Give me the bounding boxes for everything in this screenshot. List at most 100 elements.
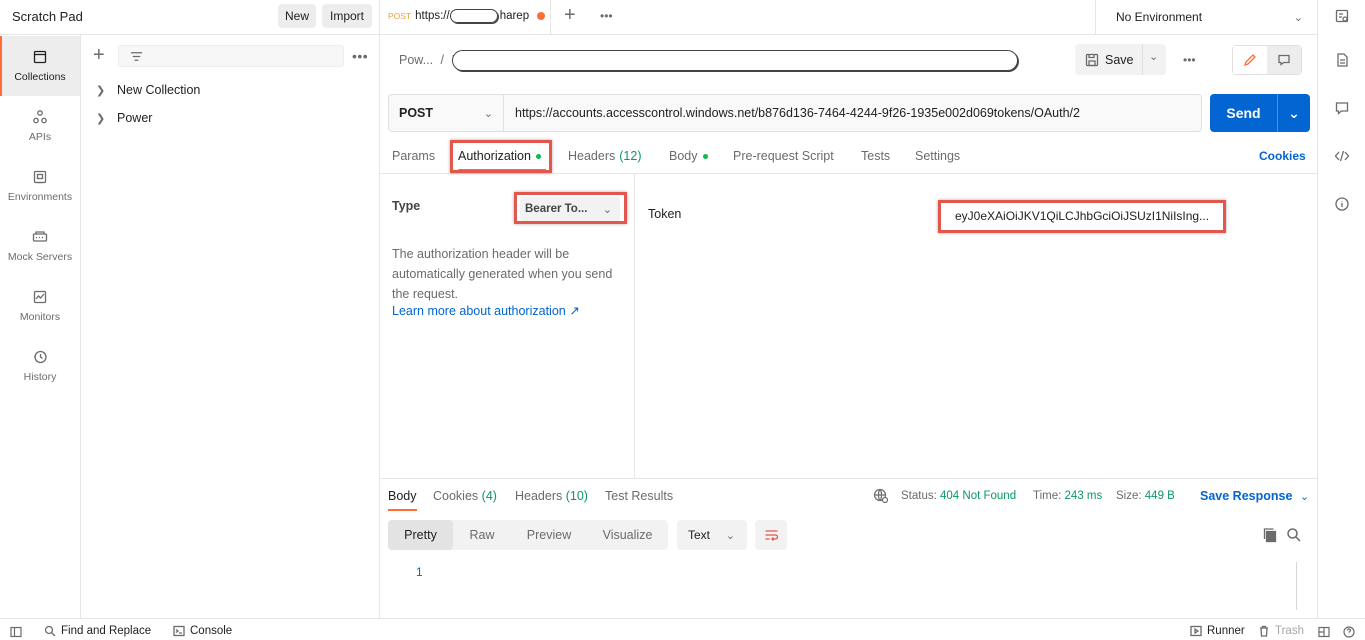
time-value[interactable]: 243 ms bbox=[1065, 490, 1103, 502]
runner-label: Runner bbox=[1207, 625, 1245, 637]
nav-apis[interactable]: APIs bbox=[0, 96, 80, 156]
url-bar: POST ⌄ https://accounts.accesscontrol.wi… bbox=[388, 94, 1202, 132]
status-dot-icon bbox=[702, 153, 708, 159]
response-tab-body-label: Body bbox=[388, 489, 417, 503]
tabs-more-icon[interactable]: ••• bbox=[600, 9, 613, 23]
nav-mock-servers[interactable]: Mock Servers bbox=[0, 216, 80, 276]
save-response-button[interactable]: Save Response ⌄ bbox=[1200, 489, 1309, 503]
nav-monitors[interactable]: Monitors bbox=[0, 276, 80, 336]
tab-prerequest[interactable]: Pre-request Script bbox=[733, 149, 834, 163]
method-select[interactable]: POST ⌄ bbox=[389, 95, 504, 131]
console-button[interactable]: Console bbox=[173, 625, 232, 637]
wrap-lines-button[interactable] bbox=[755, 520, 787, 550]
tab-settings[interactable]: Settings bbox=[915, 149, 960, 163]
tab-headers[interactable]: Headers (12) bbox=[568, 149, 641, 163]
tab-params[interactable]: Params bbox=[392, 149, 435, 163]
help-icon[interactable] bbox=[1343, 626, 1355, 638]
status-value[interactable]: 404 Not Found bbox=[940, 490, 1016, 502]
response-tab-headers[interactable]: Headers (10) bbox=[515, 489, 588, 503]
two-pane-icon[interactable] bbox=[1318, 626, 1330, 638]
collections-icon bbox=[33, 50, 47, 64]
edit-mode-button[interactable] bbox=[1233, 46, 1267, 74]
comment-mode-button[interactable] bbox=[1267, 46, 1301, 74]
tab-body[interactable]: Body bbox=[669, 149, 708, 163]
save-button-group[interactable]: Save ⌄ bbox=[1075, 44, 1166, 75]
response-tab-body[interactable]: Body bbox=[388, 489, 417, 503]
tab-headers-count: (12) bbox=[619, 149, 642, 163]
format-select[interactable]: Text ⌄ bbox=[677, 520, 747, 550]
mock-servers-icon bbox=[32, 231, 48, 242]
tab-prerequest-label: Pre-request Script bbox=[733, 149, 834, 163]
size-label: Size: bbox=[1116, 490, 1142, 502]
response-tab-cookies[interactable]: Cookies (4) bbox=[433, 489, 497, 503]
search-icon bbox=[44, 625, 56, 637]
save-icon bbox=[1085, 53, 1099, 66]
status-label: Status: bbox=[901, 490, 937, 502]
find-replace-button[interactable]: Find and Replace bbox=[44, 625, 151, 637]
collection-label: New Collection bbox=[117, 83, 201, 97]
import-button[interactable]: Import bbox=[322, 4, 372, 28]
highlight-box bbox=[938, 200, 1226, 233]
size-value[interactable]: 449 B bbox=[1145, 490, 1175, 502]
breadcrumb-root[interactable]: Pow... bbox=[399, 53, 433, 67]
breadcrumb: Pow... / I bbox=[399, 53, 455, 67]
copy-icon[interactable] bbox=[1262, 527, 1278, 543]
runner-button[interactable]: Runner bbox=[1190, 625, 1245, 637]
url-input[interactable]: https://accounts.accesscontrol.windows.n… bbox=[504, 95, 1080, 131]
documentation-icon[interactable] bbox=[1334, 52, 1350, 68]
response-tab-test-results[interactable]: Test Results bbox=[605, 489, 673, 503]
tab-settings-label: Settings bbox=[915, 149, 961, 163]
request-tab[interactable]: POST https:// harep bbox=[380, 0, 550, 34]
new-button[interactable]: New bbox=[278, 4, 316, 28]
method-value: POST bbox=[399, 106, 434, 120]
environments-icon bbox=[33, 170, 47, 184]
chevron-down-icon[interactable]: ⌄ bbox=[1277, 94, 1310, 132]
environment-select[interactable]: No Environment ⌄ bbox=[1096, 0, 1317, 34]
response-tab-test-results-label: Test Results bbox=[605, 489, 674, 503]
learn-more-link[interactable]: Learn more about authorization ↗ bbox=[392, 303, 580, 318]
code-icon[interactable] bbox=[1334, 148, 1350, 164]
time-label: Time: bbox=[1033, 490, 1062, 502]
format-value: Text bbox=[688, 528, 711, 542]
cookies-link-label: Cookies bbox=[1259, 149, 1306, 163]
chevron-right-icon: ❯ bbox=[96, 112, 106, 125]
sidebar-toggle-icon[interactable] bbox=[10, 626, 22, 638]
chevron-down-icon[interactable]: ⌄ bbox=[1149, 50, 1158, 63]
workspace-title: Scratch Pad bbox=[12, 9, 83, 24]
globe-icon[interactable] bbox=[873, 488, 889, 504]
view-pretty[interactable]: Pretty bbox=[388, 520, 453, 550]
auth-description-line: The authorization header will be bbox=[392, 247, 570, 261]
redaction bbox=[449, 9, 498, 23]
nav-history[interactable]: History bbox=[0, 336, 80, 396]
tab-title-start: https:// bbox=[415, 10, 450, 22]
send-button[interactable]: Send ⌄ bbox=[1210, 94, 1310, 132]
collection-item[interactable]: ❯ New Collection bbox=[96, 80, 200, 100]
environment-quicklook-icon[interactable] bbox=[1334, 8, 1350, 24]
add-collection-icon[interactable]: + bbox=[93, 45, 109, 66]
auth-description: The authorization header will be automat… bbox=[392, 244, 632, 304]
comments-icon[interactable] bbox=[1334, 100, 1350, 116]
collections-search-input[interactable] bbox=[118, 45, 344, 67]
nav-mock-servers-label: Mock Servers bbox=[7, 251, 73, 263]
tab-tests[interactable]: Tests bbox=[861, 149, 890, 163]
save-button-label: Save bbox=[1105, 52, 1134, 67]
save-response-label: Save Response bbox=[1200, 489, 1293, 503]
tab-method: POST bbox=[388, 11, 412, 21]
apis-icon bbox=[33, 110, 47, 124]
info-icon[interactable] bbox=[1334, 196, 1350, 212]
new-tab-icon[interactable]: + bbox=[564, 4, 576, 27]
collection-item[interactable]: ❯ Power bbox=[96, 108, 152, 128]
view-visualize[interactable]: Visualize bbox=[587, 520, 668, 550]
nav-environments[interactable]: Environments bbox=[0, 156, 80, 216]
nav-collections[interactable]: Collections bbox=[0, 36, 80, 96]
view-raw[interactable]: Raw bbox=[453, 520, 511, 550]
cookies-link[interactable]: Cookies bbox=[1259, 149, 1306, 163]
search-icon[interactable] bbox=[1286, 527, 1302, 543]
view-preview[interactable]: Preview bbox=[511, 520, 587, 550]
request-more-icon[interactable]: ••• bbox=[1183, 53, 1196, 67]
collections-more-icon[interactable]: ••• bbox=[352, 48, 368, 64]
token-label: Token bbox=[648, 207, 682, 221]
nav-monitors-label: Monitors bbox=[19, 311, 61, 323]
trash-button[interactable]: Trash bbox=[1258, 625, 1304, 637]
tab-tests-label: Tests bbox=[861, 149, 891, 163]
